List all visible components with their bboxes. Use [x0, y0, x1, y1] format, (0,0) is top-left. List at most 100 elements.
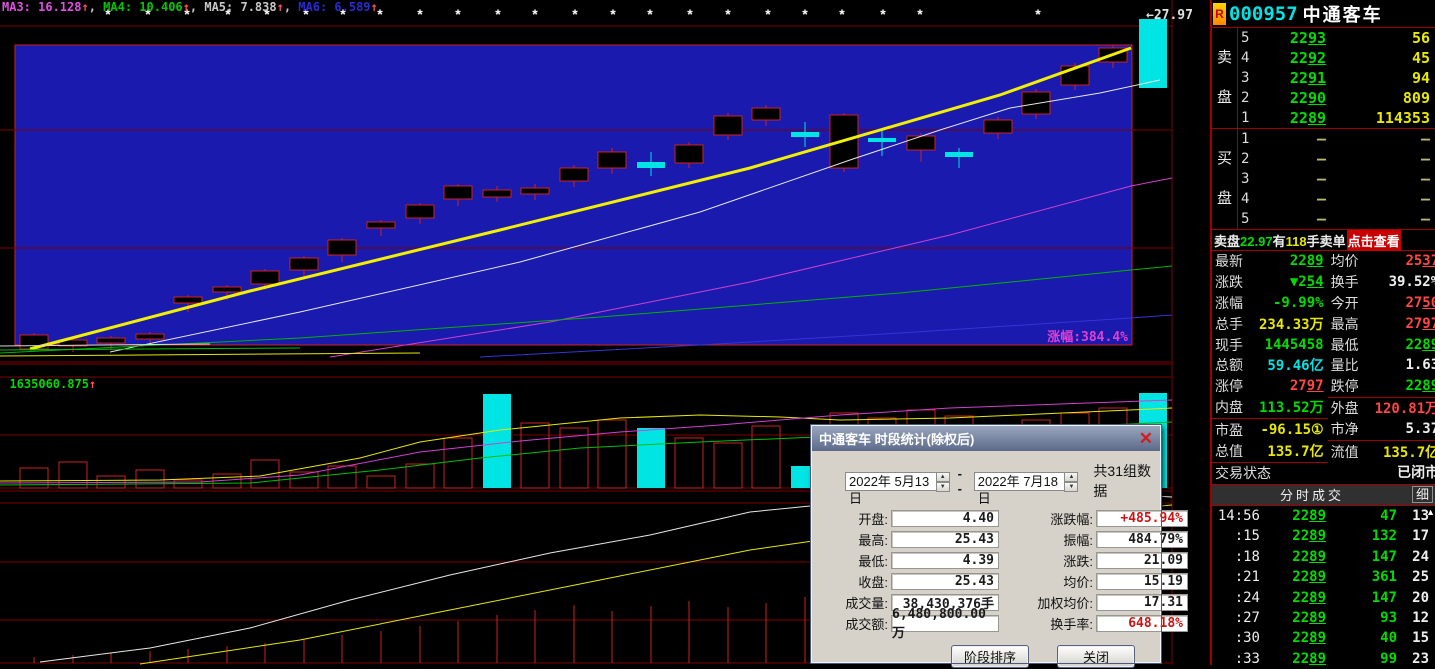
volume-bar-down — [483, 394, 511, 488]
sell-level-row[interactable]: 4 2292 45 — [1238, 48, 1435, 68]
stat-label: 今开 — [1331, 293, 1375, 313]
date-to-input[interactable]: 2022年 7月18日 — [974, 472, 1065, 491]
candle-up — [984, 120, 1012, 133]
dialog-title: 中通客车 时段统计(除权后) — [819, 429, 974, 448]
day-marker-icon: * — [495, 6, 501, 22]
up-arrow-icon: ↑ — [277, 0, 284, 14]
candle-down — [945, 152, 973, 157]
stat-label: 市净 — [1331, 419, 1375, 439]
day-marker-icon: * — [839, 6, 845, 22]
tick-row[interactable]: :24 2289 147 20 — [1212, 587, 1435, 607]
stat-cell: 流值 135.7亿 — [1328, 440, 1435, 462]
tick-row[interactable]: :18 2289 147 24 — [1212, 547, 1435, 567]
tick-row[interactable]: :33 2289 99 23 — [1212, 649, 1435, 669]
date-range-row: 2022年 5月13日 ▲▼ -- 2022年 7月18日 ▲▼ 共31组数据 — [845, 461, 1160, 501]
stat-value: 1445458 — [1259, 337, 1324, 353]
buy-level-row[interactable]: 4 — — — [1238, 189, 1435, 209]
candle-up — [752, 108, 780, 120]
quote-panel: R 000957 中通客车 卖盘 5 2293 56 4 2292 45 — [1210, 0, 1435, 665]
day-marker-icon: * — [532, 6, 538, 22]
stat-value: 5.37 — [1375, 421, 1435, 437]
field-value-box: +485.94% — [1096, 510, 1188, 527]
click-to-view-link[interactable]: 点击查看 — [1347, 230, 1401, 251]
date-from-spinner[interactable]: ▲▼ — [936, 472, 950, 491]
day-marker-icon: * — [917, 6, 923, 22]
stat-value: 113.52万 — [1259, 397, 1324, 417]
day-marker-icon: * — [802, 6, 808, 22]
sell-order-book: 卖盘 5 2293 56 4 2292 45 3 2291 — [1212, 28, 1435, 129]
buy-level-row[interactable]: 2 — — — [1238, 149, 1435, 169]
sell-level-row[interactable]: 3 2291 94 — [1238, 68, 1435, 88]
sell-level-row[interactable]: 5 2293 56 — [1238, 28, 1435, 48]
up-arrow-icon: ↑ — [183, 0, 190, 14]
volume-bar-up — [251, 460, 279, 488]
stat-label: 涨幅 — [1215, 293, 1259, 313]
spinner-down-icon[interactable]: ▼ — [1064, 482, 1078, 492]
candle-up — [213, 287, 241, 292]
field-label: 振幅: — [999, 530, 1093, 549]
buy-order-book: 买盘 1 — — 2 — — 3 — — — [1212, 129, 1435, 230]
dialog-titlebar[interactable]: 中通客车 时段统计(除权后) ✕ — [812, 426, 1160, 451]
stat-value: 120.81万 — [1375, 398, 1435, 418]
field-value-box: 484.79% — [1096, 531, 1188, 548]
candle-up — [714, 116, 742, 135]
sell-level-row[interactable]: 1 2289 114353 — [1238, 108, 1435, 128]
stat-cell: 最低 2289 — [1328, 334, 1435, 355]
stock-name: 中通客车 — [1303, 1, 1383, 27]
spinner-up-icon[interactable]: ▲ — [1064, 472, 1078, 482]
ma-line — [0, 353, 420, 356]
candle-up — [483, 190, 511, 197]
close-icon[interactable]: ✕ — [1139, 430, 1153, 447]
stat-cell: 已闭市 — [1328, 462, 1435, 483]
stock-header: R 000957 中通客车 — [1212, 0, 1435, 28]
stat-value: 2797 — [1259, 378, 1324, 394]
stat-value: 234.33万 — [1259, 314, 1324, 334]
day-marker-icon: * — [572, 6, 578, 22]
date-from-input[interactable]: 2022年 5月13日 — [845, 472, 936, 491]
stat-label: 涨跌 — [1215, 272, 1259, 292]
date-to-spinner[interactable]: ▲▼ — [1064, 472, 1078, 491]
field-label: 换手率: — [999, 614, 1093, 633]
stat-label: 涨停 — [1215, 376, 1259, 396]
stat-cell: 总额 59.46亿 — [1212, 355, 1328, 376]
period-stats-dialog: 中通客车 时段统计(除权后) ✕ 2022年 5月13日 ▲▼ -- 2022年… — [811, 425, 1161, 663]
stat-value: 39.52% — [1375, 274, 1435, 290]
tick-row[interactable]: :21 2289 361 25 — [1212, 567, 1435, 587]
field-label: 加权均价: — [999, 593, 1093, 612]
tick-row[interactable]: :30 2289 40 15 — [1212, 628, 1435, 648]
stats-grid: 最新 2289 均价 2537 涨跌 ▼254 换手 39.52% 涨幅 -9.… — [1212, 251, 1435, 485]
stat-value: 已闭市 — [1375, 462, 1435, 482]
buy-level-row[interactable]: 3 — — — [1238, 169, 1435, 189]
stat-label: 换手 — [1331, 272, 1375, 292]
field-label: 最高: — [820, 530, 888, 549]
detail-toggle-button[interactable]: 细 — [1412, 486, 1433, 503]
candle-up — [328, 240, 356, 255]
stat-value: 59.46亿 — [1259, 355, 1324, 375]
field-row: 最低: 4.39 涨跌: 21.09 — [820, 550, 1160, 571]
field-value-box: 25.43 — [891, 531, 999, 548]
tick-list-header[interactable]: 分时成交 细 — [1212, 485, 1435, 506]
day-marker-icon: * — [610, 6, 616, 22]
buy-level-row[interactable]: 1 — — — [1238, 129, 1435, 149]
stat-value: 135.7亿 — [1259, 441, 1324, 461]
notice-text: 118 — [1286, 234, 1307, 249]
tick-list[interactable]: ▲ 14:56 2289 47 13 :15 2289 132 17 — [1212, 506, 1435, 669]
field-label: 均价: — [999, 572, 1093, 591]
candle-up — [521, 188, 549, 194]
scroll-up-icon[interactable]: ▲ — [1426, 508, 1435, 517]
stat-label: 市盈 — [1215, 420, 1259, 440]
tick-row[interactable]: :15 2289 132 17 — [1212, 526, 1435, 546]
volume-bar-up — [521, 423, 549, 488]
tick-row[interactable]: :27 2289 93 12 — [1212, 608, 1435, 628]
stat-cell: 均价 2537 — [1328, 251, 1435, 272]
field-row: 成交额: 6,480,800.00万 换手率: 648.18% — [820, 613, 1160, 634]
stat-cell: 市净 5.37 — [1328, 418, 1435, 439]
stat-value: -96.15① — [1259, 422, 1324, 438]
spinner-up-icon[interactable]: ▲ — [936, 472, 950, 482]
candle-up — [251, 271, 279, 284]
tick-row[interactable]: 14:56 2289 47 13 — [1212, 506, 1435, 526]
buy-level-row[interactable]: 5 — — — [1238, 209, 1435, 229]
sell-level-row[interactable]: 2 2290 809 — [1238, 88, 1435, 108]
field-row: 开盘: 4.40 涨跌幅: +485.94% — [820, 508, 1160, 529]
spinner-down-icon[interactable]: ▼ — [936, 482, 950, 492]
